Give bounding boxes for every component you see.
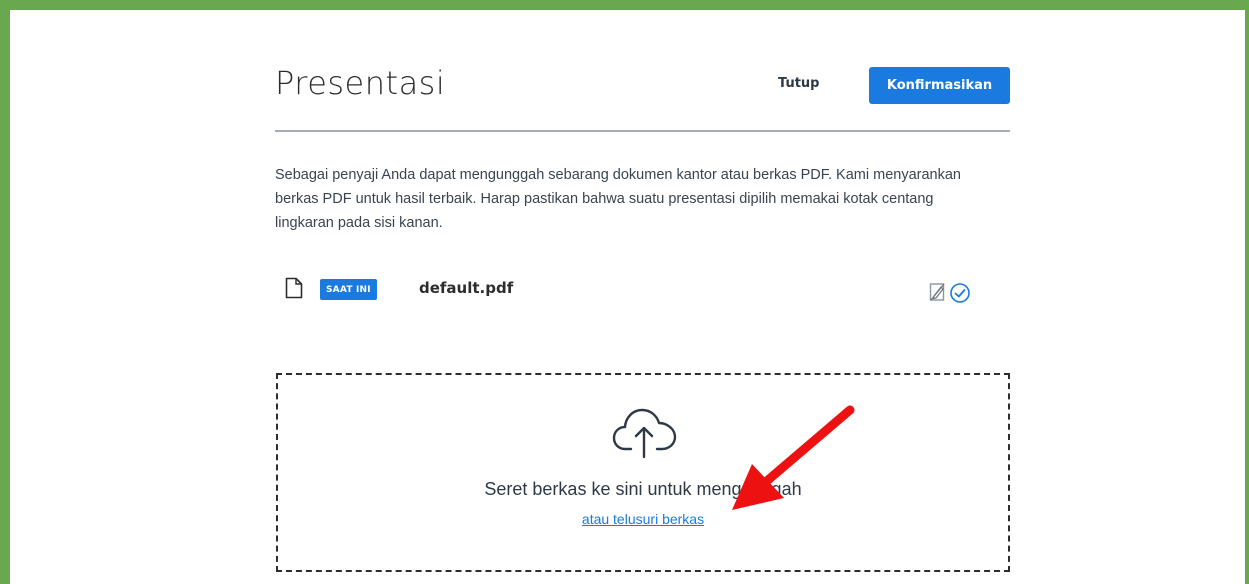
screenshot-frame: Presentasi Tutup Konfirmasikan Sebagai p…	[0, 0, 1249, 584]
current-badge: SAAT INI	[320, 279, 377, 300]
file-actions	[929, 282, 971, 304]
confirm-button[interactable]: Konfirmasikan	[869, 67, 1010, 104]
header-divider	[275, 130, 1010, 132]
close-button[interactable]: Tutup	[778, 76, 819, 91]
upload-dropzone[interactable]: Seret berkas ke sini untuk mengunggah at…	[276, 373, 1010, 572]
file-icon	[285, 277, 303, 299]
file-name: default.pdf	[419, 279, 514, 297]
annotation-arrow	[732, 405, 855, 510]
modal-title: Presentasi	[275, 64, 446, 102]
edit-disabled-icon[interactable]	[929, 282, 947, 302]
browse-files-link[interactable]: atau telusuri berkas	[278, 511, 1008, 527]
check-circle-icon[interactable]	[949, 282, 971, 304]
file-row: SAAT INI default.pdf	[275, 273, 1010, 309]
dropzone-text: Seret berkas ke sini untuk mengunggah	[484, 479, 802, 499]
upload-description: Sebagai penyaji Anda dapat mengunggah se…	[275, 167, 961, 231]
cloud-upload-icon	[612, 408, 677, 459]
